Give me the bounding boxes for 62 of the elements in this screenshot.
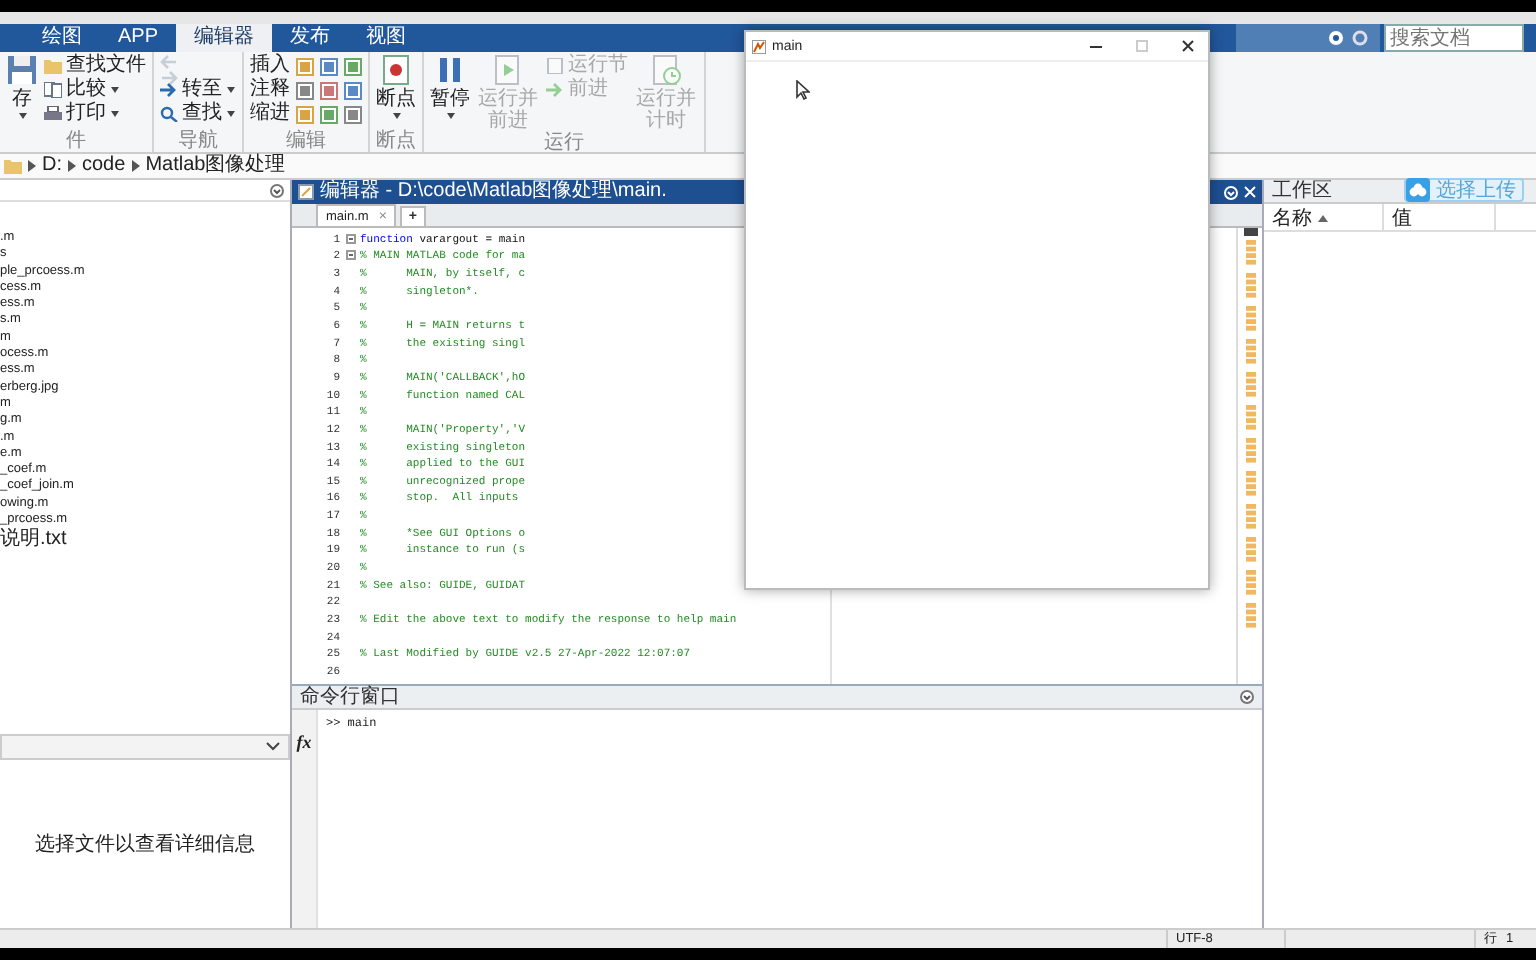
figure-icon: [752, 39, 766, 53]
ribbon-tab[interactable]: 视图: [348, 24, 425, 52]
group-label: 运行: [542, 132, 586, 152]
group-label: 断点: [376, 130, 416, 152]
search-field[interactable]: 搜索文档: [1384, 24, 1524, 52]
editor-icon: [298, 184, 314, 200]
ribbon-tab[interactable]: 编辑器: [176, 24, 273, 52]
panel-title: 命令行窗口: [300, 686, 400, 708]
caret-icon: [110, 86, 120, 94]
ribbon-tab[interactable]: 发布: [272, 24, 349, 52]
maximize-icon: [1136, 40, 1148, 52]
toolbar-button[interactable]: 缩进: [250, 102, 290, 126]
panel-menu-icon[interactable]: [270, 183, 284, 197]
caret-icon: [17, 112, 27, 120]
close-icon: [1182, 40, 1194, 52]
toolbar-button[interactable]: 插入: [250, 54, 290, 78]
ribbon-tab[interactable]: APP: [100, 24, 177, 52]
caret-icon: [391, 112, 401, 120]
panel-menu-icon[interactable]: [1240, 690, 1254, 704]
file-item[interactable]: 说明.txt: [0, 528, 290, 551]
chevron-icon: [131, 160, 140, 172]
toolbar-button[interactable]: 查找文件: [44, 54, 146, 78]
page-icon: [546, 58, 564, 74]
ribbon-tab[interactable]: 绘图: [24, 24, 100, 52]
toolbar-button[interactable]: 比较: [44, 78, 146, 102]
search-icon: [160, 106, 178, 122]
toolbar-button[interactable]: 转至: [160, 78, 236, 102]
caret-icon: [226, 86, 236, 94]
folder-icon: [4, 158, 22, 174]
page-clock-icon: [650, 54, 682, 86]
toolbar-button[interactable]: 断点: [376, 54, 416, 120]
caret-icon: [226, 110, 236, 118]
toolbar-button[interactable]: 查找: [160, 102, 236, 126]
editor-title: 编辑器 - D:\code\Matlab图像处理\main.: [320, 180, 667, 204]
folder-icon: [44, 58, 62, 74]
chevron-icon: [266, 742, 280, 752]
fold-icon[interactable]: [345, 233, 355, 244]
pause-icon: [434, 54, 466, 86]
minimize-icon: [1090, 45, 1102, 47]
path-segment[interactable]: code: [82, 154, 126, 178]
chevron-icon: [28, 160, 36, 172]
path-segment[interactable]: Matlab图像处理: [145, 154, 286, 178]
chevron-icon: [68, 160, 76, 172]
two-pages-icon: [44, 82, 62, 98]
toolbar-button[interactable]: 打印: [44, 102, 146, 126]
caret-icon: [110, 110, 120, 118]
arrow-icon: [546, 82, 564, 98]
toolbar-button[interactable]: 存: [6, 54, 38, 120]
close-icon[interactable]: [1244, 186, 1256, 198]
path-segment[interactable]: D:: [42, 154, 62, 178]
panel-title: 工作区: [1272, 180, 1332, 202]
caret-icon: [445, 112, 455, 120]
fold-icon[interactable]: [345, 250, 355, 261]
mouse-pointer-icon: [796, 80, 810, 100]
details-message: 选择文件以查看详细信息: [35, 831, 255, 858]
toolbar-button[interactable]: 暂停: [430, 54, 470, 120]
group-label: 导航: [176, 130, 220, 152]
group-label: 编辑: [285, 130, 328, 152]
arrow-icon: [160, 82, 178, 98]
printer-icon: [44, 106, 62, 122]
toolbar-button[interactable]: 注释: [250, 78, 290, 102]
group-label: 件: [64, 130, 88, 152]
